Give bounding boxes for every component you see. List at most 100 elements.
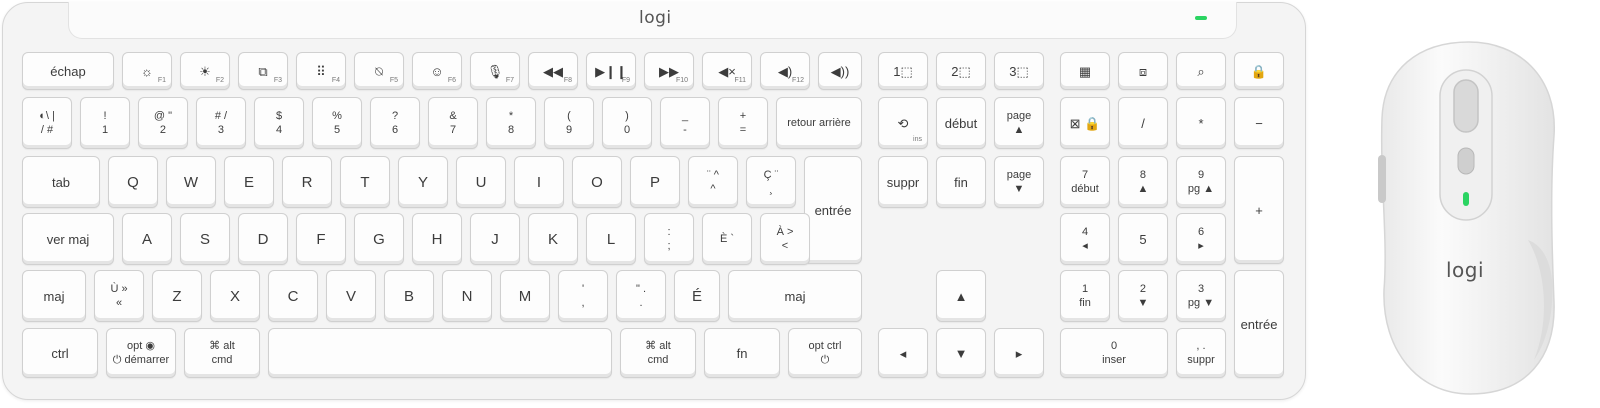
key-arrow-up[interactable]: ▲ [936, 270, 986, 322]
mouse[interactable] [1378, 40, 1560, 396]
key-capslock[interactable]: ver maj [22, 213, 114, 265]
key-space[interactable] [268, 328, 612, 378]
key-r1-5[interactable]: % 5 [312, 97, 362, 149]
key-np9[interactable]: 9 pg ▲ [1176, 156, 1226, 208]
key-f5[interactable]: ⍉ F5 [354, 52, 404, 90]
key-enter[interactable]: entrée [804, 156, 862, 264]
key-z[interactable]: Z [152, 270, 202, 322]
key-g[interactable]: G [354, 213, 404, 265]
key-r1-8[interactable]: * 8 [486, 97, 536, 149]
key-pgdn[interactable]: page ▼ [994, 156, 1044, 208]
key-backspace[interactable]: retour arrière [776, 97, 862, 149]
key-lshift[interactable]: maj [22, 270, 86, 322]
key-np-mul[interactable]: * [1176, 97, 1226, 149]
key-v[interactable]: V [326, 270, 376, 322]
key-home[interactable]: début [936, 97, 986, 149]
key-l[interactable]: L [586, 213, 636, 265]
key-np7[interactable]: 7 début [1060, 156, 1110, 208]
key-lopt[interactable]: opt ◉ ⏻ démarrer [106, 328, 176, 378]
key-f6[interactable]: ☺ F6 [412, 52, 462, 90]
key-lctrl[interactable]: ctrl [22, 328, 98, 378]
key-np2[interactable]: 2 ▼ [1118, 270, 1168, 322]
key-w[interactable]: W [166, 156, 216, 208]
key-numlock[interactable]: ⊠ 🔒 [1060, 97, 1110, 149]
key-search[interactable]: ⌕ [1176, 52, 1226, 90]
key-np-enter[interactable]: entrée [1234, 270, 1284, 378]
key-r[interactable]: R [282, 156, 332, 208]
key-j[interactable]: J [470, 213, 520, 265]
key-r1-10[interactable]: ) 0 [602, 97, 652, 149]
key-calc[interactable]: ▦ [1060, 52, 1110, 90]
key-q[interactable]: Q [108, 156, 158, 208]
key-arrow-down[interactable]: ▼ [936, 328, 986, 378]
key-f4[interactable]: ⠿ F4 [296, 52, 346, 90]
key-n[interactable]: N [442, 270, 492, 322]
key-lock[interactable]: 🔒 [1234, 52, 1284, 90]
key-c[interactable]: C [268, 270, 318, 322]
key-p[interactable]: P [630, 156, 680, 208]
key-r1-7[interactable]: & 7 [428, 97, 478, 149]
key-y[interactable]: Y [398, 156, 448, 208]
key-r1-6[interactable]: ? 6 [370, 97, 420, 149]
key-h[interactable]: H [412, 213, 462, 265]
key-arrow-right[interactable]: ▸ [994, 328, 1044, 378]
key-r1-2[interactable]: @ " 2 [138, 97, 188, 149]
key-r1-3[interactable]: # / 3 [196, 97, 246, 149]
key-t[interactable]: T [340, 156, 390, 208]
key-m[interactable]: M [500, 270, 550, 322]
key-lcmd[interactable]: ⌘ alt cmd [184, 328, 260, 378]
key-circ[interactable]: ¨ ^ ^ [688, 156, 738, 208]
key-r1-11[interactable]: _ - [660, 97, 710, 149]
key-vol-up[interactable]: ◀)) [818, 52, 862, 90]
key-r1-9[interactable]: ( 9 [544, 97, 594, 149]
key-s[interactable]: S [180, 213, 230, 265]
key-rcmd[interactable]: ⌘ alt cmd [620, 328, 696, 378]
key-egrave[interactable]: È ` [702, 213, 752, 265]
key-easy1[interactable]: 1⬚ [878, 52, 928, 90]
key-x[interactable]: X [210, 270, 260, 322]
key-np-sub[interactable]: − [1234, 97, 1284, 149]
key-np-add[interactable]: + [1234, 156, 1284, 264]
key-f1[interactable]: ☼ F1 [122, 52, 172, 90]
key-ins[interactable]: ⟲ ins [878, 97, 928, 149]
key-f12[interactable]: ◀) F12 [760, 52, 810, 90]
key-easy3[interactable]: 3⬚ [994, 52, 1044, 90]
key-arrow-left[interactable]: ◂ [878, 328, 928, 378]
key-semicolon[interactable]: : ; [644, 213, 694, 265]
key-ugrave[interactable]: Ù » « [94, 270, 144, 322]
key-pgup[interactable]: page ▲ [994, 97, 1044, 149]
key-r1-12[interactable]: + = [718, 97, 768, 149]
key-np0[interactable]: 0 inser [1060, 328, 1168, 378]
key-tab[interactable]: tab [22, 156, 100, 208]
key-del[interactable]: suppr [878, 156, 928, 208]
key-f2[interactable]: ☀ F2 [180, 52, 230, 90]
key-f10[interactable]: ▶▶ F10 [644, 52, 694, 90]
key-f11[interactable]: ◀× F11 [702, 52, 752, 90]
key-np3[interactable]: 3 pg ▼ [1176, 270, 1226, 322]
key-o[interactable]: O [572, 156, 622, 208]
key-easy2[interactable]: 2⬚ [936, 52, 986, 90]
key-a[interactable]: A [122, 213, 172, 265]
key-comma[interactable]: ' , [558, 270, 608, 322]
key-f-echap[interactable]: échap [22, 52, 114, 90]
key-e[interactable]: E [224, 156, 274, 208]
key-np6[interactable]: 6 ▸ [1176, 213, 1226, 265]
key-screenshot[interactable]: ⧈ [1118, 52, 1168, 90]
key-d[interactable]: D [238, 213, 288, 265]
key-cced[interactable]: Ç ¨ ¸ [746, 156, 796, 208]
key-f7[interactable]: 🎙 F7 [470, 52, 520, 90]
key-f3[interactable]: ⧉ F3 [238, 52, 288, 90]
key-k[interactable]: K [528, 213, 578, 265]
key-eacute[interactable]: É [674, 270, 720, 322]
key-np1[interactable]: 1 fin [1060, 270, 1110, 322]
key-np4[interactable]: 4 ◂ [1060, 213, 1110, 265]
key-f[interactable]: F [296, 213, 346, 265]
key-rshift[interactable]: maj [728, 270, 862, 322]
key-np8[interactable]: 8 ▲ [1118, 156, 1168, 208]
key-np5[interactable]: 5 [1118, 213, 1168, 265]
key-i[interactable]: I [514, 156, 564, 208]
key-r1-1[interactable]: ! 1 [80, 97, 130, 149]
key-r1-0[interactable]: ◐\ | / # [22, 97, 72, 149]
key-fn[interactable]: fn [704, 328, 780, 378]
key-u[interactable]: U [456, 156, 506, 208]
